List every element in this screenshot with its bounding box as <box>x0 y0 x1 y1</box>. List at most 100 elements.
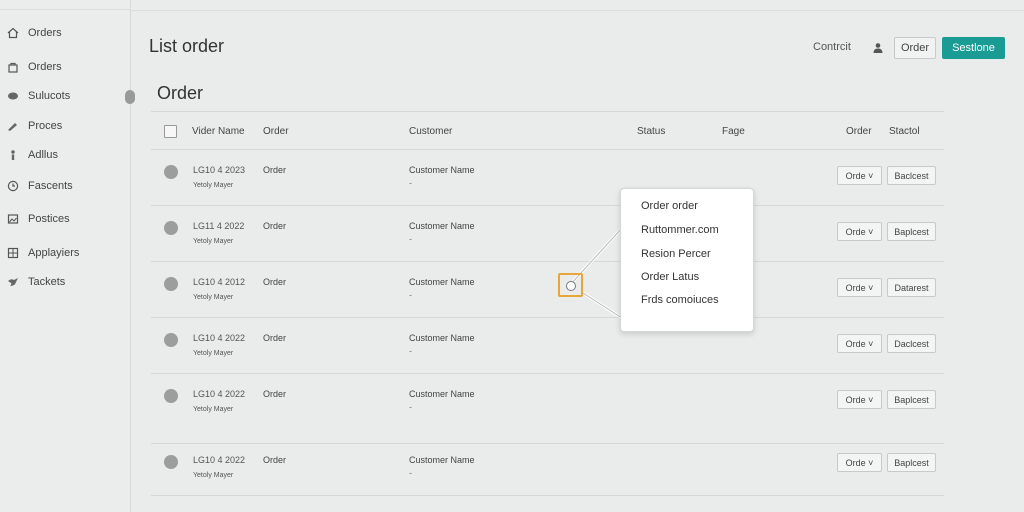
row-customer-sub: - <box>409 290 412 300</box>
sidebar-item-label: Tackets <box>28 276 66 288</box>
person-icon <box>6 148 20 162</box>
highlighted-cell[interactable] <box>558 273 583 297</box>
cursor-target-icon <box>566 281 576 291</box>
sidebar-collapse-handle[interactable] <box>125 90 135 104</box>
row-order: Order <box>263 165 287 175</box>
sidebar-item-label: Postices <box>28 213 70 225</box>
row-name: Yetoly Mayer <box>193 350 234 357</box>
column-header-vider-name[interactable]: Vider Name <box>192 126 245 137</box>
select-all-checkbox[interactable] <box>164 125 177 138</box>
row-divider <box>151 495 944 496</box>
row-select-radio[interactable] <box>164 165 178 179</box>
row-name: Yetoly Mayer <box>193 472 234 479</box>
user-icon[interactable] <box>872 41 884 53</box>
row-customer-sub: - <box>409 402 412 412</box>
column-header-status[interactable]: Status <box>637 126 665 137</box>
sidebar-item-label: Sulucots <box>28 90 71 102</box>
column-header-stactol[interactable]: Stactol <box>889 126 920 137</box>
sidebar-item-adllus[interactable]: Adllus <box>6 145 58 165</box>
chat-icon <box>6 89 20 103</box>
sidebar-item-sulucots[interactable]: Sulucots <box>6 86 70 106</box>
row-name: Yetoly Mayer <box>193 406 234 413</box>
sidebar-item-orders[interactable]: Orders <box>6 23 62 43</box>
row-customer: Customer Name <box>409 165 475 175</box>
row-select-radio[interactable] <box>164 455 178 469</box>
sidebar-item-label: Orders <box>28 27 62 39</box>
home-icon <box>6 26 20 40</box>
row-customer-sub: - <box>409 178 412 188</box>
column-header-order[interactable]: Order <box>263 126 289 137</box>
row-name: Yetoly Mayer <box>193 238 234 245</box>
row-customer-sub: - <box>409 346 412 356</box>
row-customer-sub: - <box>409 468 412 478</box>
row-code: LG10 4 2023 <box>193 165 246 175</box>
popup-item[interactable]: Ruttommer.com <box>641 224 719 236</box>
header-divider <box>131 10 1024 11</box>
row-order: Order <box>263 455 287 465</box>
bird-icon <box>6 275 20 289</box>
sidebar-item-postices[interactable]: Postices <box>6 209 70 229</box>
column-header-order-2[interactable]: Order <box>846 126 872 137</box>
row-select-radio[interactable] <box>164 221 178 235</box>
context-popup: Order order Ruttommer.com Resion Percer … <box>620 188 754 332</box>
sidebar-item-label: Orders <box>28 61 62 73</box>
row-order-dropdown[interactable]: Orde ˅ <box>837 222 882 241</box>
row-select-radio[interactable] <box>164 277 178 291</box>
table-row[interactable]: LG10 4 2022 Yetoly Mayer Order Customer … <box>151 440 944 496</box>
row-action-button[interactable]: Baplcest <box>887 453 936 472</box>
sidebar-item-label: Fascents <box>28 180 73 192</box>
pen-icon <box>6 119 20 133</box>
table-row[interactable]: LG10 4 2012 Yetoly Mayer Order Customer … <box>151 262 944 318</box>
row-code: LG10 4 2022 <box>193 333 246 343</box>
table-row[interactable]: LG10 4 2023 Yetoly Mayer Order Customer … <box>151 150 944 206</box>
column-header-customer[interactable]: Customer <box>409 126 452 137</box>
sidebar-item-tackets[interactable]: Tackets <box>6 272 65 292</box>
primary-button[interactable]: Sestlone <box>942 37 1005 59</box>
sidebar-item-label: Proces <box>28 120 63 132</box>
row-order-dropdown[interactable]: Orde ˅ <box>837 166 882 185</box>
popup-item[interactable]: Frds comoiuces <box>641 294 719 306</box>
table-row[interactable]: LG10 4 2022 Yetoly Mayer Order Customer … <box>151 318 944 374</box>
table-row[interactable]: LG11 4 2022 Yetoly Mayer Order Customer … <box>151 206 944 262</box>
row-action-button[interactable]: Baplcest <box>887 390 936 409</box>
row-order-dropdown[interactable]: Orde ˅ <box>837 453 882 472</box>
row-order: Order <box>263 277 287 287</box>
row-order-dropdown[interactable]: Orde ˅ <box>837 278 882 297</box>
sidebar-item-orders-2[interactable]: Orders <box>6 57 62 77</box>
sidebar-item-label: Applayiers <box>28 247 80 259</box>
row-code: LG11 4 2022 <box>193 221 245 231</box>
column-header-fage[interactable]: Fage <box>722 126 745 137</box>
row-order: Order <box>263 389 287 399</box>
row-order: Order <box>263 221 287 231</box>
row-order-dropdown[interactable]: Orde ˅ <box>837 390 882 409</box>
row-customer-sub: - <box>409 234 412 244</box>
row-code: LG10 4 2012 <box>193 277 246 287</box>
header-link[interactable]: Contrcit <box>813 41 851 53</box>
row-customer: Customer Name <box>409 333 475 343</box>
popup-item[interactable]: Resion Percer <box>641 248 711 260</box>
row-customer: Customer Name <box>409 455 475 465</box>
sidebar-top-divider <box>0 0 131 10</box>
sidebar-item-applayiers[interactable]: Applayiers <box>6 243 79 263</box>
sidebar-item-fascents[interactable]: Fascents <box>6 176 73 196</box>
table-row[interactable]: LG10 4 2022 Yetoly Mayer Order Customer … <box>151 374 944 444</box>
row-name: Yetoly Mayer <box>193 294 234 301</box>
popup-item[interactable]: Order Latus <box>641 271 699 283</box>
grid-icon <box>6 246 20 260</box>
page-title: List order <box>149 36 225 56</box>
sidebar: Orders Orders Sulucots Proces Adllus Fas… <box>0 0 135 512</box>
row-action-button[interactable]: Daclcest <box>887 334 936 353</box>
order-button[interactable]: Order <box>894 37 936 59</box>
row-select-radio[interactable] <box>164 333 178 347</box>
row-customer: Customer Name <box>409 221 475 231</box>
row-action-button[interactable]: Datarest <box>887 278 936 297</box>
clock-icon <box>6 179 20 193</box>
popup-item[interactable]: Order order <box>641 200 698 212</box>
row-action-button[interactable]: Baclcest <box>887 166 936 185</box>
sidebar-item-proces[interactable]: Proces <box>6 116 62 136</box>
row-order-dropdown[interactable]: Orde ˅ <box>837 334 882 353</box>
row-action-button[interactable]: Baplcest <box>887 222 936 241</box>
title-divider <box>151 111 944 112</box>
row-select-radio[interactable] <box>164 389 178 403</box>
bag-icon <box>6 60 20 74</box>
